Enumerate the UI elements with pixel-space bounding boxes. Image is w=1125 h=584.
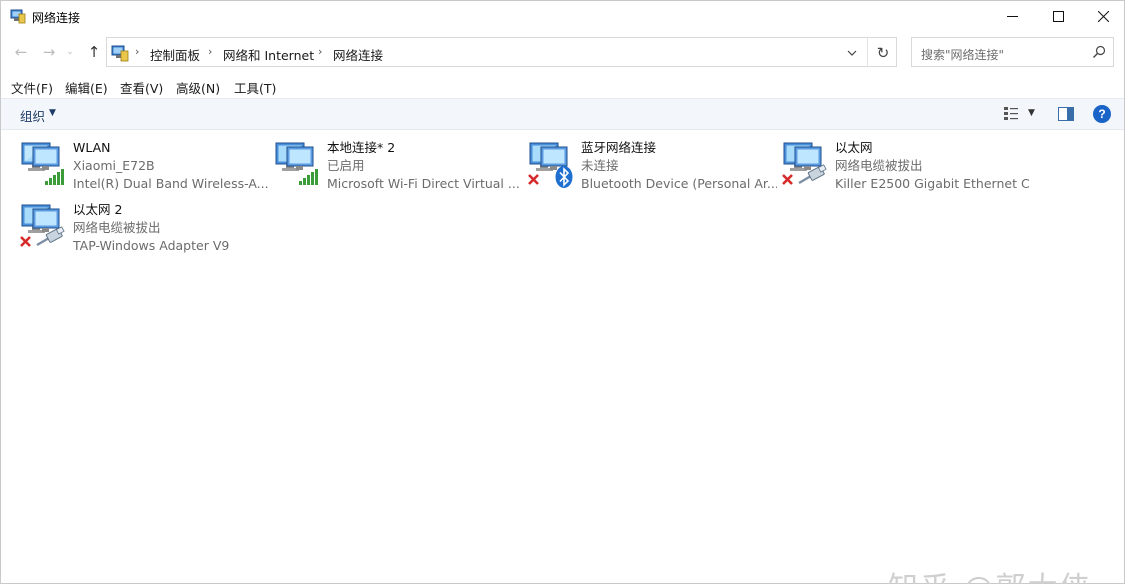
- connection-status: Xiaomi_E72B: [73, 158, 155, 173]
- maximize-icon: [1052, 11, 1064, 22]
- connection-device: Bluetooth Device (Personal Ar...: [581, 176, 777, 191]
- breadcrumb-network-internet[interactable]: 网络和 Internet: [223, 45, 314, 64]
- ethernet-cable-icon: [36, 226, 65, 247]
- signal-bars-icon: [45, 169, 64, 185]
- recent-locations-button[interactable]: ⌄: [63, 41, 77, 63]
- chevron-down-icon: ⌄: [66, 47, 74, 57]
- network-adapter-icon: [20, 204, 65, 247]
- connection-name: 蓝牙网络连接: [581, 140, 657, 155]
- network-adapter-icon: [782, 142, 827, 185]
- chevron-down-icon: [847, 50, 857, 56]
- refresh-button[interactable]: ↻: [873, 43, 893, 63]
- connection-name: WLAN: [73, 140, 111, 155]
- breadcrumb-network-connections[interactable]: 网络连接: [333, 45, 383, 64]
- connection-status: 网络电缆被拔出: [835, 158, 923, 173]
- menu-view[interactable]: 查看(V): [120, 78, 163, 97]
- network-connections-window: 网络连接 ← → ⌄ ↑ › 控制面板 › 网络和 Internet › 网络连…: [0, 0, 1125, 584]
- breadcrumb-control-panel[interactable]: 控制面板: [150, 45, 200, 64]
- help-button[interactable]: ?: [1093, 105, 1111, 123]
- address-row: ← → ⌄ ↑ › 控制面板 › 网络和 Internet › 网络连接 ↻ 搜…: [1, 35, 1124, 69]
- watermark: 知乎 @郭大侠: [888, 563, 1092, 584]
- connection-device: Microsoft Wi-Fi Direct Virtual ...: [327, 176, 520, 191]
- menu-tools[interactable]: 工具(T): [234, 78, 276, 97]
- address-history-dropdown[interactable]: [843, 44, 861, 62]
- minimize-icon: [1006, 16, 1018, 17]
- connection-device: Intel(R) Dual Band Wireless-A...: [73, 176, 269, 191]
- title-bar: 网络连接: [1, 1, 1124, 33]
- connection-item-local-2[interactable]: 本地连接* 2 已启用 Microsoft Wi-Fi Direct Virtu…: [273, 139, 523, 197]
- address-divider: [867, 38, 868, 66]
- network-adapter-icon: [528, 142, 573, 188]
- network-adapter-icon: [275, 142, 318, 185]
- view-options-caret-icon[interactable]: ▼: [1028, 108, 1035, 118]
- up-button[interactable]: ↑: [83, 41, 105, 63]
- control-panel-icon: [111, 45, 129, 62]
- back-arrow-icon: ←: [14, 43, 28, 61]
- breadcrumb-separator: ›: [135, 45, 140, 58]
- search-input[interactable]: 搜索"网络连接": [911, 37, 1114, 67]
- connection-device: TAP-Windows Adapter V9: [73, 238, 230, 253]
- close-button[interactable]: [1080, 1, 1125, 32]
- disconnected-x-icon: [528, 174, 539, 185]
- connection-details: 以太网 网络电缆被拔出 Killer E2500 Gigabit Etherne…: [835, 139, 1031, 193]
- breadcrumb-separator: ›: [208, 45, 213, 58]
- preview-pane-icon[interactable]: [1058, 107, 1074, 121]
- bluetooth-icon: [555, 166, 573, 188]
- command-bar: 组织 ▼ ▼ ?: [1, 98, 1124, 130]
- network-connections-app-icon: [10, 9, 26, 24]
- close-icon: [1097, 11, 1109, 22]
- connection-status: 未连接: [581, 158, 619, 173]
- connection-name: 以太网: [835, 140, 873, 155]
- signal-bars-icon: [299, 169, 318, 185]
- connection-details: 蓝牙网络连接 未连接 Bluetooth Device (Personal Ar…: [581, 139, 777, 193]
- maximize-button[interactable]: [1035, 1, 1081, 32]
- change-view-icon[interactable]: [1003, 106, 1019, 122]
- breadcrumb-separator: ›: [318, 45, 323, 58]
- caret-down-icon: ▼: [49, 108, 56, 118]
- organize-button[interactable]: 组织: [20, 106, 45, 125]
- window-title: 网络连接: [32, 11, 81, 25]
- connection-name: 本地连接* 2: [327, 140, 396, 155]
- menu-file[interactable]: 文件(F): [11, 78, 53, 97]
- connection-status: 已启用: [327, 158, 365, 173]
- minimize-button[interactable]: [989, 1, 1035, 32]
- back-button[interactable]: ←: [10, 41, 32, 63]
- disconnected-x-icon: [20, 236, 31, 247]
- network-adapter-icon: [21, 142, 64, 185]
- menu-edit[interactable]: 编辑(E): [65, 78, 108, 97]
- menu-bar: 文件(F) 编辑(E) 查看(V) 高级(N) 工具(T): [1, 75, 1124, 97]
- menu-advanced[interactable]: 高级(N): [176, 78, 220, 97]
- disconnected-x-icon: [782, 174, 793, 185]
- connection-item-ethernet-2[interactable]: 以太网 2 网络电缆被拔出 TAP-Windows Adapter V9: [19, 201, 269, 259]
- connection-details: 以太网 2 网络电缆被拔出 TAP-Windows Adapter V9: [73, 201, 269, 255]
- connection-status: 网络电缆被拔出: [73, 220, 161, 235]
- up-arrow-icon: ↑: [87, 43, 101, 61]
- forward-button[interactable]: →: [38, 41, 60, 63]
- connection-device: Killer E2500 Gigabit Ethernet C...: [835, 176, 1031, 191]
- search-placeholder: 搜索"网络连接": [921, 48, 1005, 62]
- connection-details: 本地连接* 2 已启用 Microsoft Wi-Fi Direct Virtu…: [327, 139, 523, 193]
- connection-details: WLAN Xiaomi_E72B Intel(R) Dual Band Wire…: [73, 139, 269, 193]
- ethernet-cable-icon: [798, 164, 827, 185]
- address-bar[interactable]: › 控制面板 › 网络和 Internet › 网络连接 ↻: [106, 37, 897, 67]
- refresh-icon: ↻: [876, 44, 890, 62]
- connection-item-bluetooth[interactable]: 蓝牙网络连接 未连接 Bluetooth Device (Personal Ar…: [527, 139, 777, 197]
- connection-item-wlan[interactable]: WLAN Xiaomi_E72B Intel(R) Dual Band Wire…: [19, 139, 269, 197]
- search-icon[interactable]: [1092, 45, 1106, 59]
- forward-arrow-icon: →: [42, 43, 56, 61]
- connection-item-ethernet[interactable]: 以太网 网络电缆被拔出 Killer E2500 Gigabit Etherne…: [781, 139, 1031, 197]
- connection-name: 以太网 2: [73, 202, 123, 217]
